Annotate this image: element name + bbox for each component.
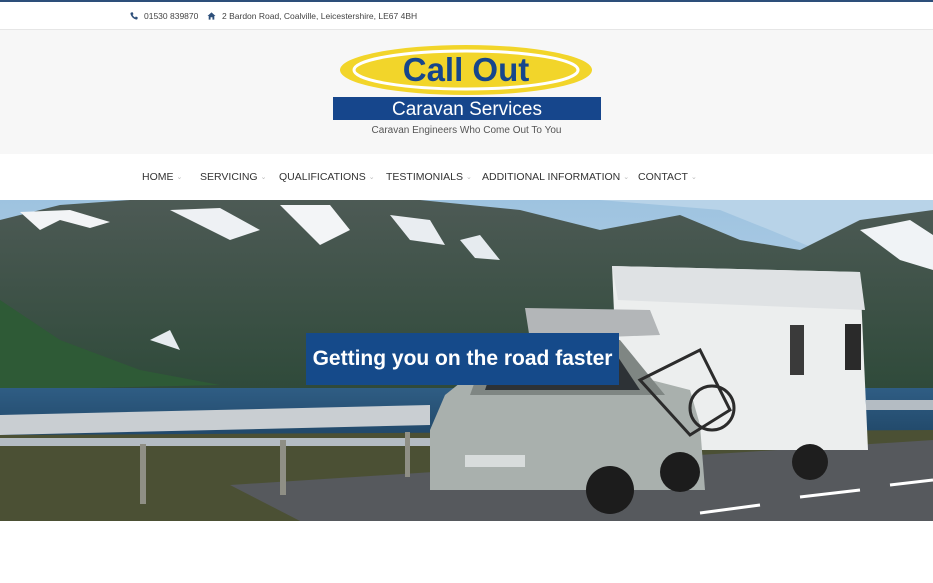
nav-label: QUALIFICATIONS: [279, 171, 366, 183]
nav-label: TESTIMONIALS: [386, 171, 464, 183]
nav-label: ADDITIONAL INFORMATION: [482, 171, 621, 183]
hero-title: Getting you on the road faster: [306, 333, 619, 385]
hero-banner: Getting you on the road faster: [0, 200, 933, 521]
chevron-down-icon: ⌄: [368, 174, 375, 181]
site-tagline: Caravan Engineers Who Come Out To You: [371, 125, 562, 136]
nav-item-servicing[interactable]: SERVICING ⌄: [200, 171, 266, 183]
home-icon: [207, 12, 216, 20]
nav-item-testimonials[interactable]: TESTIMONIALS ⌄: [386, 171, 472, 183]
main-nav: HOME ⌄ SERVICING ⌄ QUALIFICATIONS ⌄ TESTIMO…: [0, 154, 933, 200]
chevron-down-icon: ⌄: [176, 174, 183, 181]
phone-contact[interactable]: 01530 839870: [130, 11, 198, 21]
nav-label: CONTACT: [638, 171, 688, 183]
nav-item-qualifications[interactable]: QUALIFICATIONS ⌄: [279, 171, 375, 183]
address-text: 2 Bardon Road, Coalville, Leicestershire…: [222, 11, 418, 21]
nav-item-home[interactable]: HOME ⌄: [142, 171, 182, 183]
nav-label: SERVICING: [200, 171, 258, 183]
top-bar: 01530 839870 2 Bardon Road, Coalville, L…: [0, 0, 933, 30]
nav-item-additional-information[interactable]: ADDITIONAL INFORMATION ⌄: [482, 171, 629, 183]
phone-icon: [130, 12, 138, 20]
chevron-down-icon: ⌄: [690, 174, 697, 181]
phone-number: 01530 839870: [144, 11, 199, 21]
nav-item-contact[interactable]: CONTACT ⌄: [638, 171, 697, 183]
address-contact: 2 Bardon Road, Coalville, Leicestershire…: [207, 11, 417, 21]
chevron-down-icon: ⌄: [623, 174, 630, 181]
logo-line2: Caravan Services: [392, 99, 542, 120]
chevron-down-icon: ⌄: [260, 174, 267, 181]
chevron-down-icon: ⌄: [466, 174, 472, 181]
logo-line1: Call Out: [403, 51, 530, 88]
nav-label: HOME: [142, 171, 174, 183]
site-header: Call Out Caravan Services Caravan Engine…: [0, 30, 933, 155]
